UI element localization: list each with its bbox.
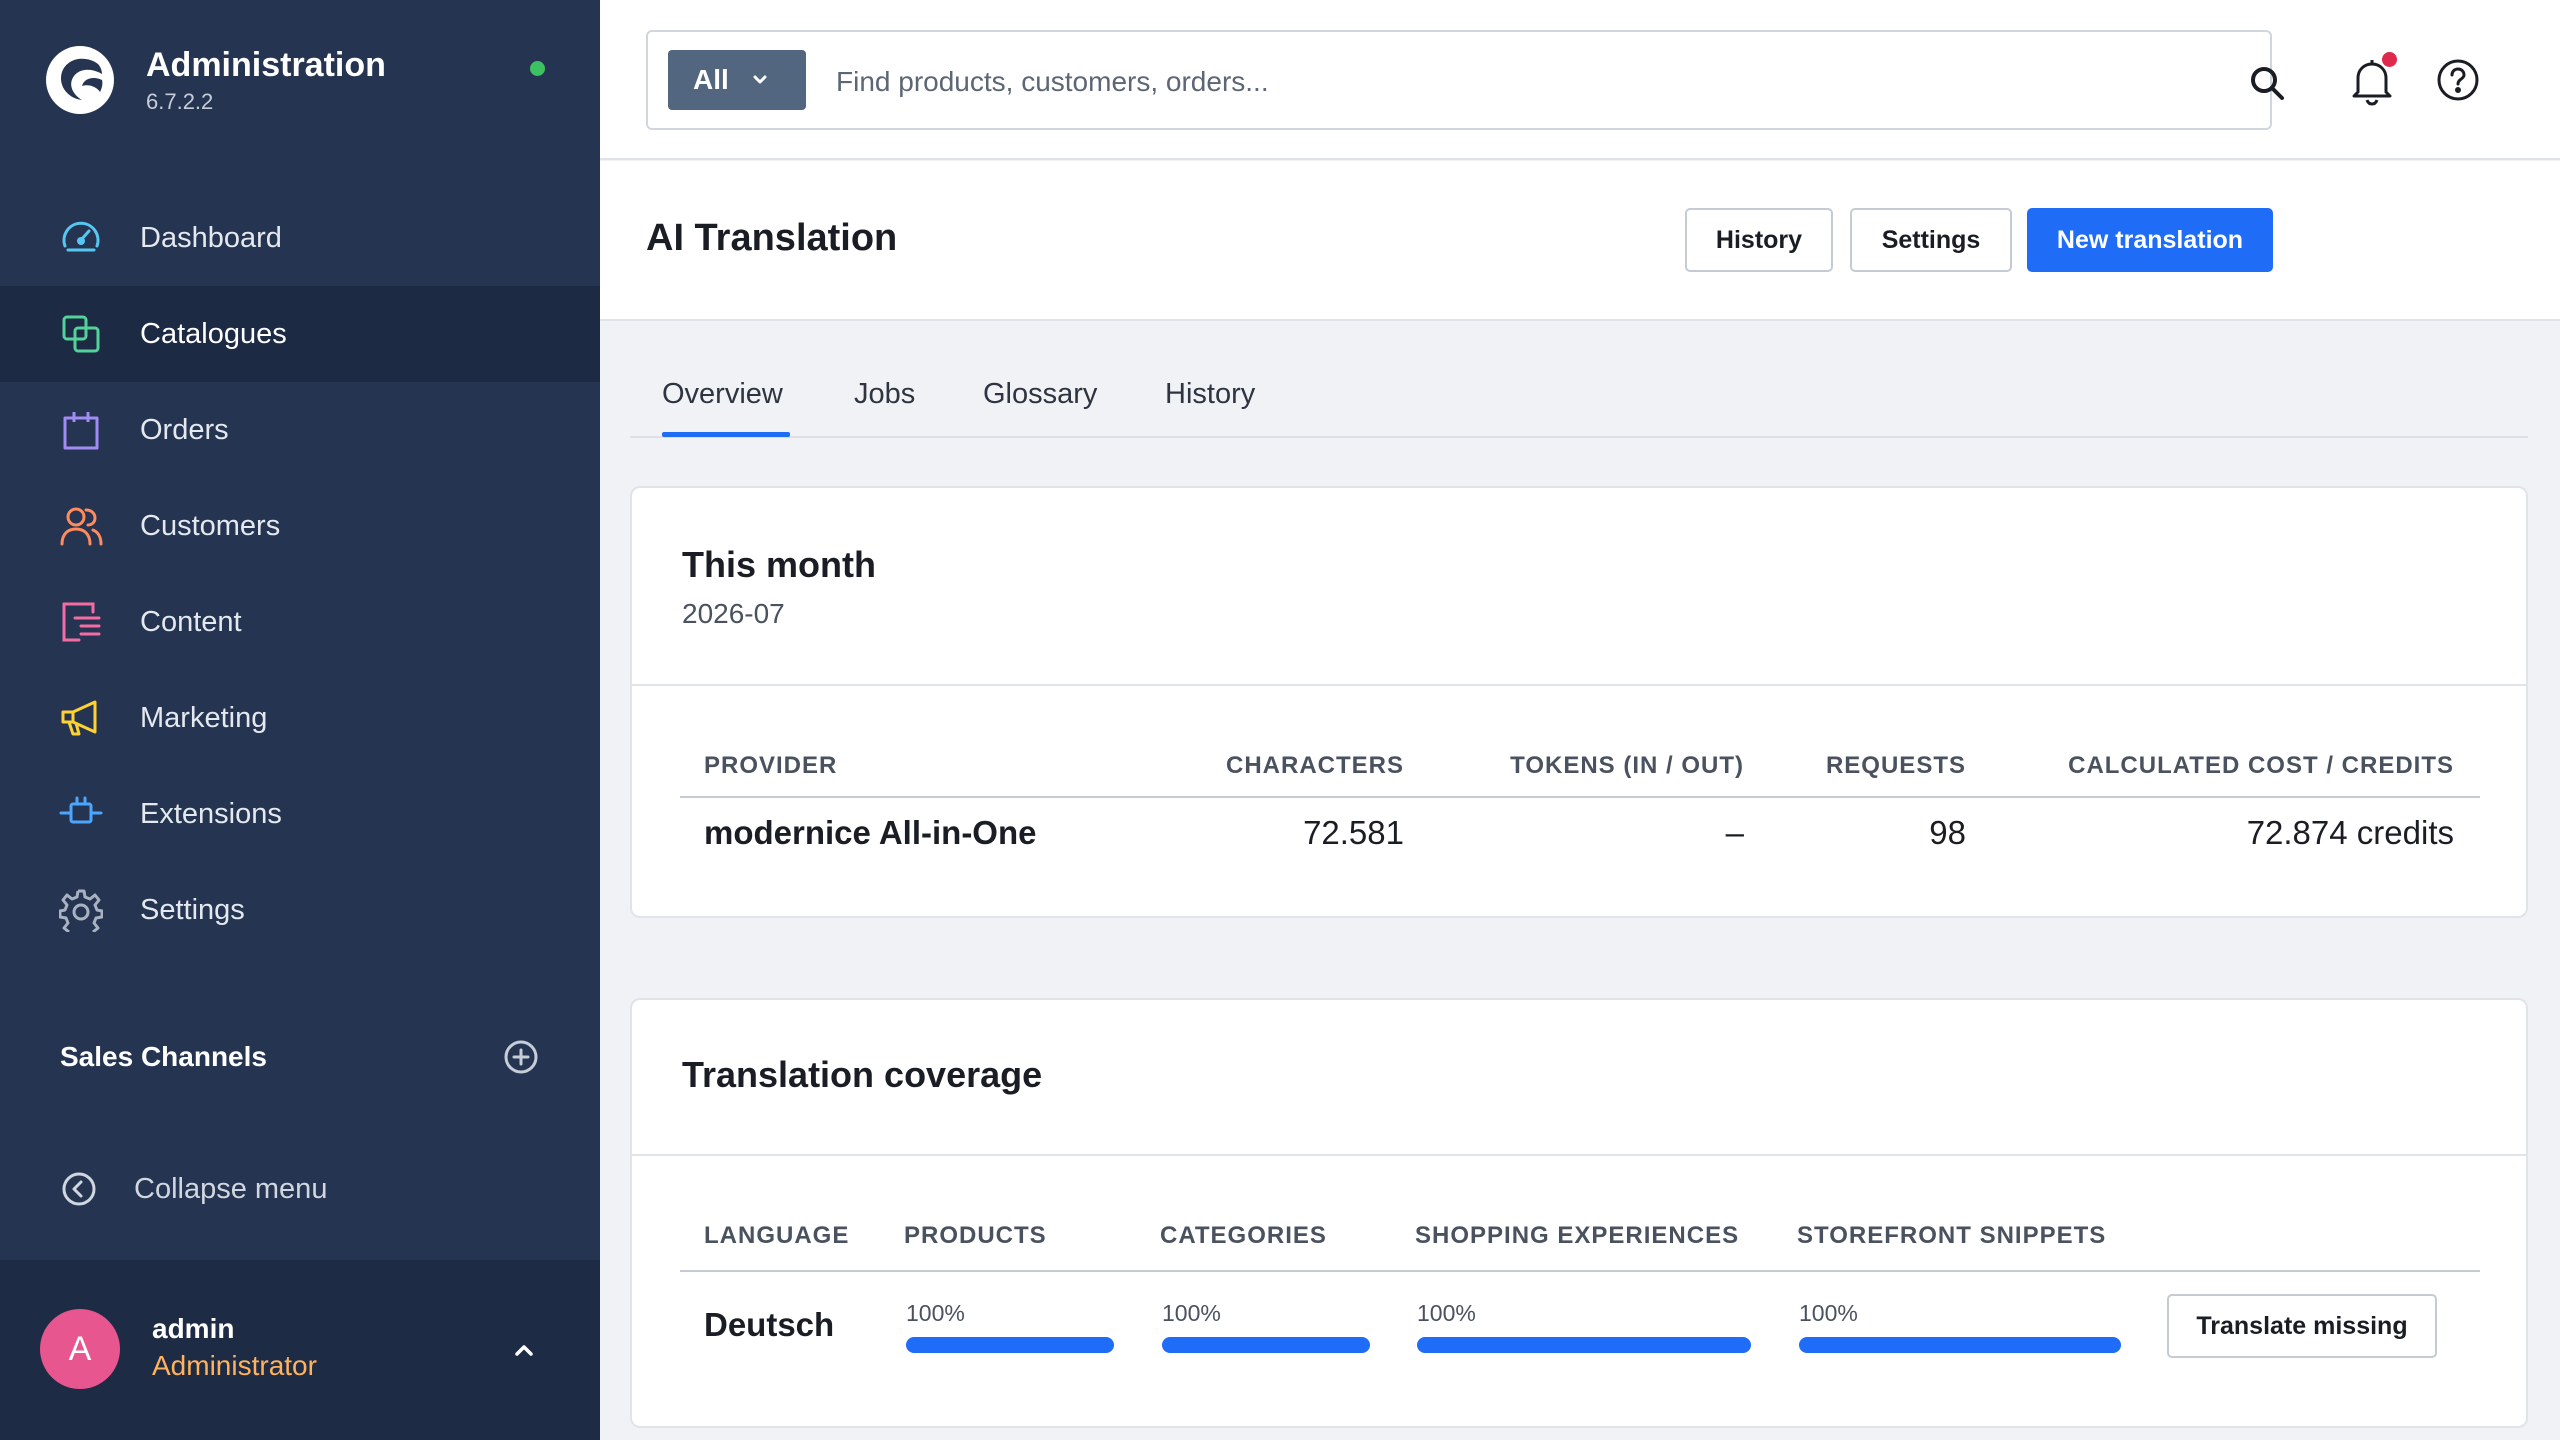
sidebar-item-orders[interactable]: Orders (0, 382, 600, 478)
column-header-characters: CHARACTERS (1226, 752, 1404, 779)
shopping-bag-icon (58, 407, 104, 453)
sidebar-item-label: Orders (140, 413, 229, 446)
card-divider (632, 684, 2526, 686)
storefront-snippets-coverage-label: 100% (1799, 1300, 1858, 1326)
sidebar-item-label: Settings (140, 893, 245, 926)
notification-badge (2382, 52, 2397, 67)
chevron-left-circle-icon (62, 1172, 96, 1206)
card-divider (632, 1154, 2526, 1156)
tab-overview[interactable]: Overview (662, 378, 783, 411)
column-header-provider: PROVIDER (704, 752, 838, 779)
column-header-tokens: TOKENS (IN / OUT) (1510, 752, 1744, 779)
cell-provider: modernice All-in-One (704, 814, 1037, 851)
brand[interactable]: Administration 6.7.2.2 (44, 44, 386, 116)
storefront-snippets-coverage-bar (1799, 1337, 2121, 1353)
settings-button[interactable]: Settings (1850, 208, 2012, 272)
sidebar-item-label: Catalogues (140, 317, 287, 350)
usage-period: 2026-07 (682, 598, 785, 629)
search-scope-dropdown[interactable]: All (668, 50, 806, 110)
sidebar-item-label: Content (140, 605, 242, 638)
column-header-shopping-experiences: SHOPPING EXPERIENCES (1415, 1222, 1740, 1249)
sidebar-item-label: Customers (140, 509, 281, 542)
chevron-up-icon[interactable] (508, 1334, 540, 1366)
sidebar-item-content[interactable]: Content (0, 574, 600, 670)
sidebar-item-settings[interactable]: Settings (0, 862, 600, 958)
sidebar-item-label: Dashboard (140, 221, 282, 254)
column-header-requests: REQUESTS (1825, 752, 1966, 779)
sales-channels-title: Sales Channels (60, 1041, 267, 1072)
gear-icon (58, 887, 104, 933)
usage-card-title: This month (682, 544, 876, 585)
search-scope-label: All (693, 64, 729, 95)
global-search: All (646, 30, 2284, 130)
column-header-cost: CALCULATED COST / CREDITS (2068, 752, 2454, 779)
app-title: Administration (146, 46, 386, 84)
user-role: Administrator (152, 1350, 317, 1381)
app-version: 6.7.2.2 (146, 89, 214, 114)
catalogue-icon (58, 311, 104, 357)
main-nav: Dashboard Catalogues Orders Customers Co… (0, 190, 600, 958)
page-tabs: Overview Jobs Glossary History (630, 370, 2528, 438)
user-name: admin (152, 1313, 235, 1344)
collapse-menu-label: Collapse menu (134, 1172, 328, 1205)
cell-cost: 72.874 credits (2246, 814, 2454, 851)
table-header-divider (680, 796, 2480, 798)
column-header-storefront-snippets: STOREFRONT SNIPPETS (1797, 1222, 2107, 1249)
sidebar-item-catalogues[interactable]: Catalogues (0, 286, 600, 382)
users-icon (58, 503, 104, 549)
tab-history[interactable]: History (1165, 378, 1255, 411)
shopware-logo-icon (46, 46, 114, 114)
shopping-experiences-coverage-label: 100% (1417, 1300, 1476, 1326)
search-icon[interactable] (2246, 62, 2288, 104)
shopping-experiences-coverage-bar (1417, 1337, 1751, 1353)
sidebar-item-label: Extensions (140, 797, 282, 830)
table-header-divider (680, 1270, 2480, 1272)
active-tab-indicator (662, 432, 790, 437)
translate-missing-button[interactable]: Translate missing (2167, 1294, 2437, 1358)
tab-jobs[interactable]: Jobs (854, 378, 915, 411)
gauge-icon (58, 215, 104, 261)
avatar: A (40, 1309, 120, 1389)
cell-tokens: – (1725, 814, 1744, 851)
products-coverage-bar (906, 1337, 1114, 1353)
sidebar-item-extensions[interactable]: Extensions (0, 766, 600, 862)
new-translation-button[interactable]: New translation (2027, 208, 2273, 272)
tab-glossary[interactable]: Glossary (983, 378, 1097, 411)
page-title: AI Translation (646, 217, 898, 259)
column-header-categories: CATEGORIES (1160, 1222, 1327, 1249)
cell-language: Deutsch (704, 1306, 835, 1343)
coverage-card: Translation coverage LANGUAGE PRODUCTS C… (630, 998, 2528, 1428)
products-coverage-label: 100% (906, 1300, 965, 1326)
help-icon[interactable] (2434, 56, 2482, 104)
add-circle-icon[interactable] (502, 1038, 540, 1076)
cell-requests: 98 (1929, 814, 1966, 851)
categories-coverage-label: 100% (1162, 1300, 1221, 1326)
coverage-card-title: Translation coverage (682, 1054, 1043, 1095)
sidebar: Administration 6.7.2.2 Dashboard Catalog… (0, 0, 600, 1440)
content-icon (58, 599, 104, 645)
collapse-menu-button[interactable]: Collapse menu (60, 1170, 327, 1208)
page-header: AI Translation History Settings New tran… (600, 161, 2560, 321)
search-input[interactable] (836, 60, 2136, 104)
megaphone-icon (58, 695, 104, 741)
column-header-language: LANGUAGE (704, 1222, 850, 1249)
cell-characters: 72.581 (1303, 814, 1404, 851)
sidebar-item-dashboard[interactable]: Dashboard (0, 190, 600, 286)
plug-icon (58, 791, 104, 837)
sidebar-item-label: Marketing (140, 701, 268, 734)
sidebar-item-marketing[interactable]: Marketing (0, 670, 600, 766)
column-header-products: PRODUCTS (904, 1222, 1047, 1249)
usage-card: This month 2026-07 PROVIDER CHARACTERS T… (630, 486, 2528, 918)
categories-coverage-bar (1162, 1337, 1370, 1353)
status-indicator (530, 61, 545, 76)
history-button[interactable]: History (1685, 208, 1833, 272)
sales-channels-header: Sales Channels (60, 1038, 540, 1076)
sidebar-item-customers[interactable]: Customers (0, 478, 600, 574)
user-menu[interactable]: A admin Administrator (0, 1260, 600, 1440)
chevron-down-icon (753, 75, 767, 84)
top-bar: All (600, 0, 2560, 160)
